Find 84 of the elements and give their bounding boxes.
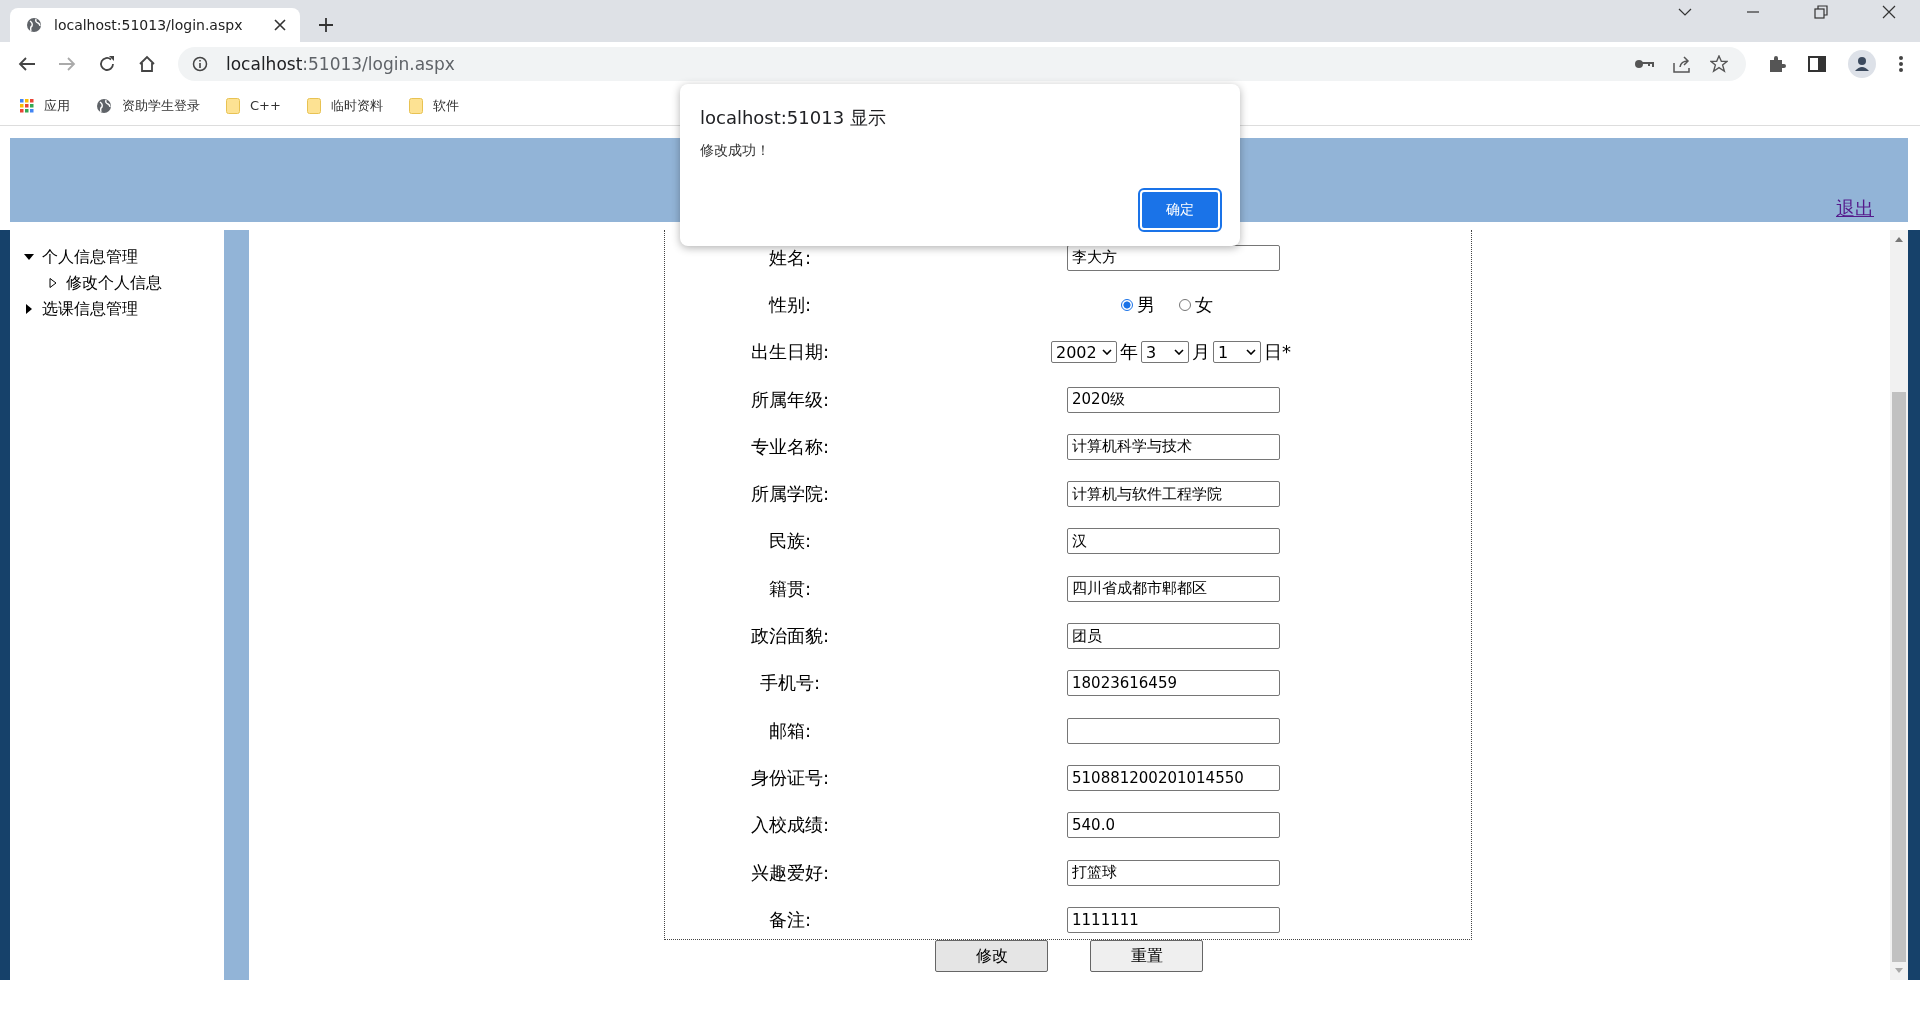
close-icon[interactable]	[274, 19, 286, 31]
field-label: 出生日期:	[749, 340, 831, 365]
folder-icon	[226, 97, 240, 114]
field-label: 备注:	[767, 907, 813, 932]
field-label: 邮箱:	[767, 718, 813, 743]
bookmark-item[interactable]: 软件	[408, 96, 459, 115]
input-field[interactable]: 18023616459	[1067, 670, 1280, 697]
month-dropdown[interactable]: 3	[1141, 341, 1189, 364]
bookmark-item[interactable]: 资助学生登录	[96, 96, 200, 115]
chevron-down-icon[interactable]	[1678, 7, 1692, 17]
scroll-up-icon[interactable]	[1894, 236, 1904, 242]
field-label: 手机号:	[758, 671, 822, 696]
radio-option[interactable]: 女	[1179, 292, 1213, 317]
field-label: 身份证号:	[749, 765, 831, 790]
home-icon[interactable]	[138, 55, 156, 73]
input-field[interactable]: 2020级	[1067, 386, 1280, 413]
tab-title: localhost:51013/login.aspx	[54, 17, 244, 33]
browser-tab[interactable]: localhost:51013/login.aspx	[10, 8, 300, 42]
dialog-message: 修改成功！	[700, 142, 771, 160]
input-field[interactable]: 汉	[1067, 528, 1280, 555]
star-icon[interactable]	[1710, 55, 1728, 73]
input-field[interactable]: 计算机科学与技术	[1067, 433, 1280, 460]
form-button[interactable]: 重置	[1090, 940, 1203, 972]
bookmark-item[interactable]: 应用	[20, 96, 70, 115]
restore-icon[interactable]	[1814, 5, 1828, 19]
address-text: localhost:51013/login.aspx	[226, 54, 455, 74]
back-arrow-icon[interactable]	[18, 56, 36, 72]
logout-link[interactable]: 退出	[1836, 196, 1874, 222]
side-panel-icon[interactable]	[1808, 55, 1826, 73]
field-label: 政治面貌:	[749, 624, 831, 648]
tree-item[interactable]: 选课信息管理	[10, 296, 224, 322]
field-label: 专业名称:	[749, 434, 831, 459]
field-label: 兴趣爱好:	[749, 860, 831, 885]
apps-grid-icon	[20, 98, 34, 113]
caret-icon	[48, 278, 58, 288]
field-label: 所属学院:	[749, 482, 831, 507]
chevron-down-icon	[1174, 349, 1184, 356]
bookmark-item[interactable]: 临时资料	[306, 96, 383, 115]
profile-icon[interactable]	[1848, 50, 1876, 78]
info-icon	[192, 56, 208, 72]
day-dropdown[interactable]: 1	[1213, 341, 1261, 364]
input-field[interactable]: 510881200201014550	[1067, 764, 1280, 791]
field-label: 籍贯:	[767, 576, 813, 601]
new-tab-icon[interactable]	[318, 17, 334, 33]
field-label: 性别:	[767, 292, 813, 317]
dialog-title: localhost:51013 显示	[700, 106, 887, 130]
globe-icon	[26, 17, 42, 33]
radio-option[interactable]: 男	[1121, 292, 1155, 317]
input-field[interactable]: 李大方	[1067, 244, 1280, 271]
unit-text: 月	[1192, 340, 1210, 365]
close-icon[interactable]	[1882, 5, 1896, 19]
tree-item[interactable]: 个人信息管理	[10, 244, 224, 270]
folder-icon	[306, 97, 321, 114]
input-field[interactable]: 团员	[1067, 623, 1280, 649]
input-field[interactable]: 540.0	[1067, 812, 1280, 839]
input-field[interactable]: 四川省成都市郫都区	[1067, 575, 1280, 602]
address-bar[interactable]: localhost:51013/login.aspx	[178, 47, 1746, 81]
share-icon[interactable]	[1672, 55, 1692, 73]
bookmark-item[interactable]: C++	[226, 97, 281, 114]
input-field[interactable]: 计算机与软件工程学院	[1067, 481, 1280, 508]
caret-icon	[24, 252, 34, 262]
chevron-down-icon	[1102, 349, 1112, 356]
input-field[interactable]: 1111111	[1067, 906, 1280, 933]
form-button[interactable]: 修改	[935, 940, 1048, 972]
puzzle-icon[interactable]	[1768, 55, 1786, 73]
unit-text: 日*	[1264, 340, 1291, 365]
folder-icon	[408, 97, 423, 114]
ok-button[interactable]: 确定	[1140, 190, 1220, 230]
chevron-down-icon	[1246, 349, 1256, 356]
reload-icon[interactable]	[98, 55, 116, 73]
more-icon[interactable]	[1898, 55, 1904, 73]
input-field[interactable]: 打篮球	[1067, 859, 1280, 886]
key-icon[interactable]	[1634, 58, 1654, 70]
caret-icon	[24, 304, 34, 314]
field-label: 所属年级:	[749, 387, 831, 412]
globe-icon	[96, 97, 112, 114]
tree-item[interactable]: 修改个人信息	[10, 270, 224, 296]
field-label: 入校成绩:	[749, 813, 831, 838]
year-dropdown[interactable]: 2002	[1051, 341, 1117, 364]
unit-text: 年	[1120, 340, 1138, 365]
input-field[interactable]	[1067, 717, 1280, 744]
scrollbar[interactable]	[1890, 230, 1908, 980]
field-label: 姓名:	[767, 245, 813, 270]
field-label: 民族:	[767, 529, 813, 554]
